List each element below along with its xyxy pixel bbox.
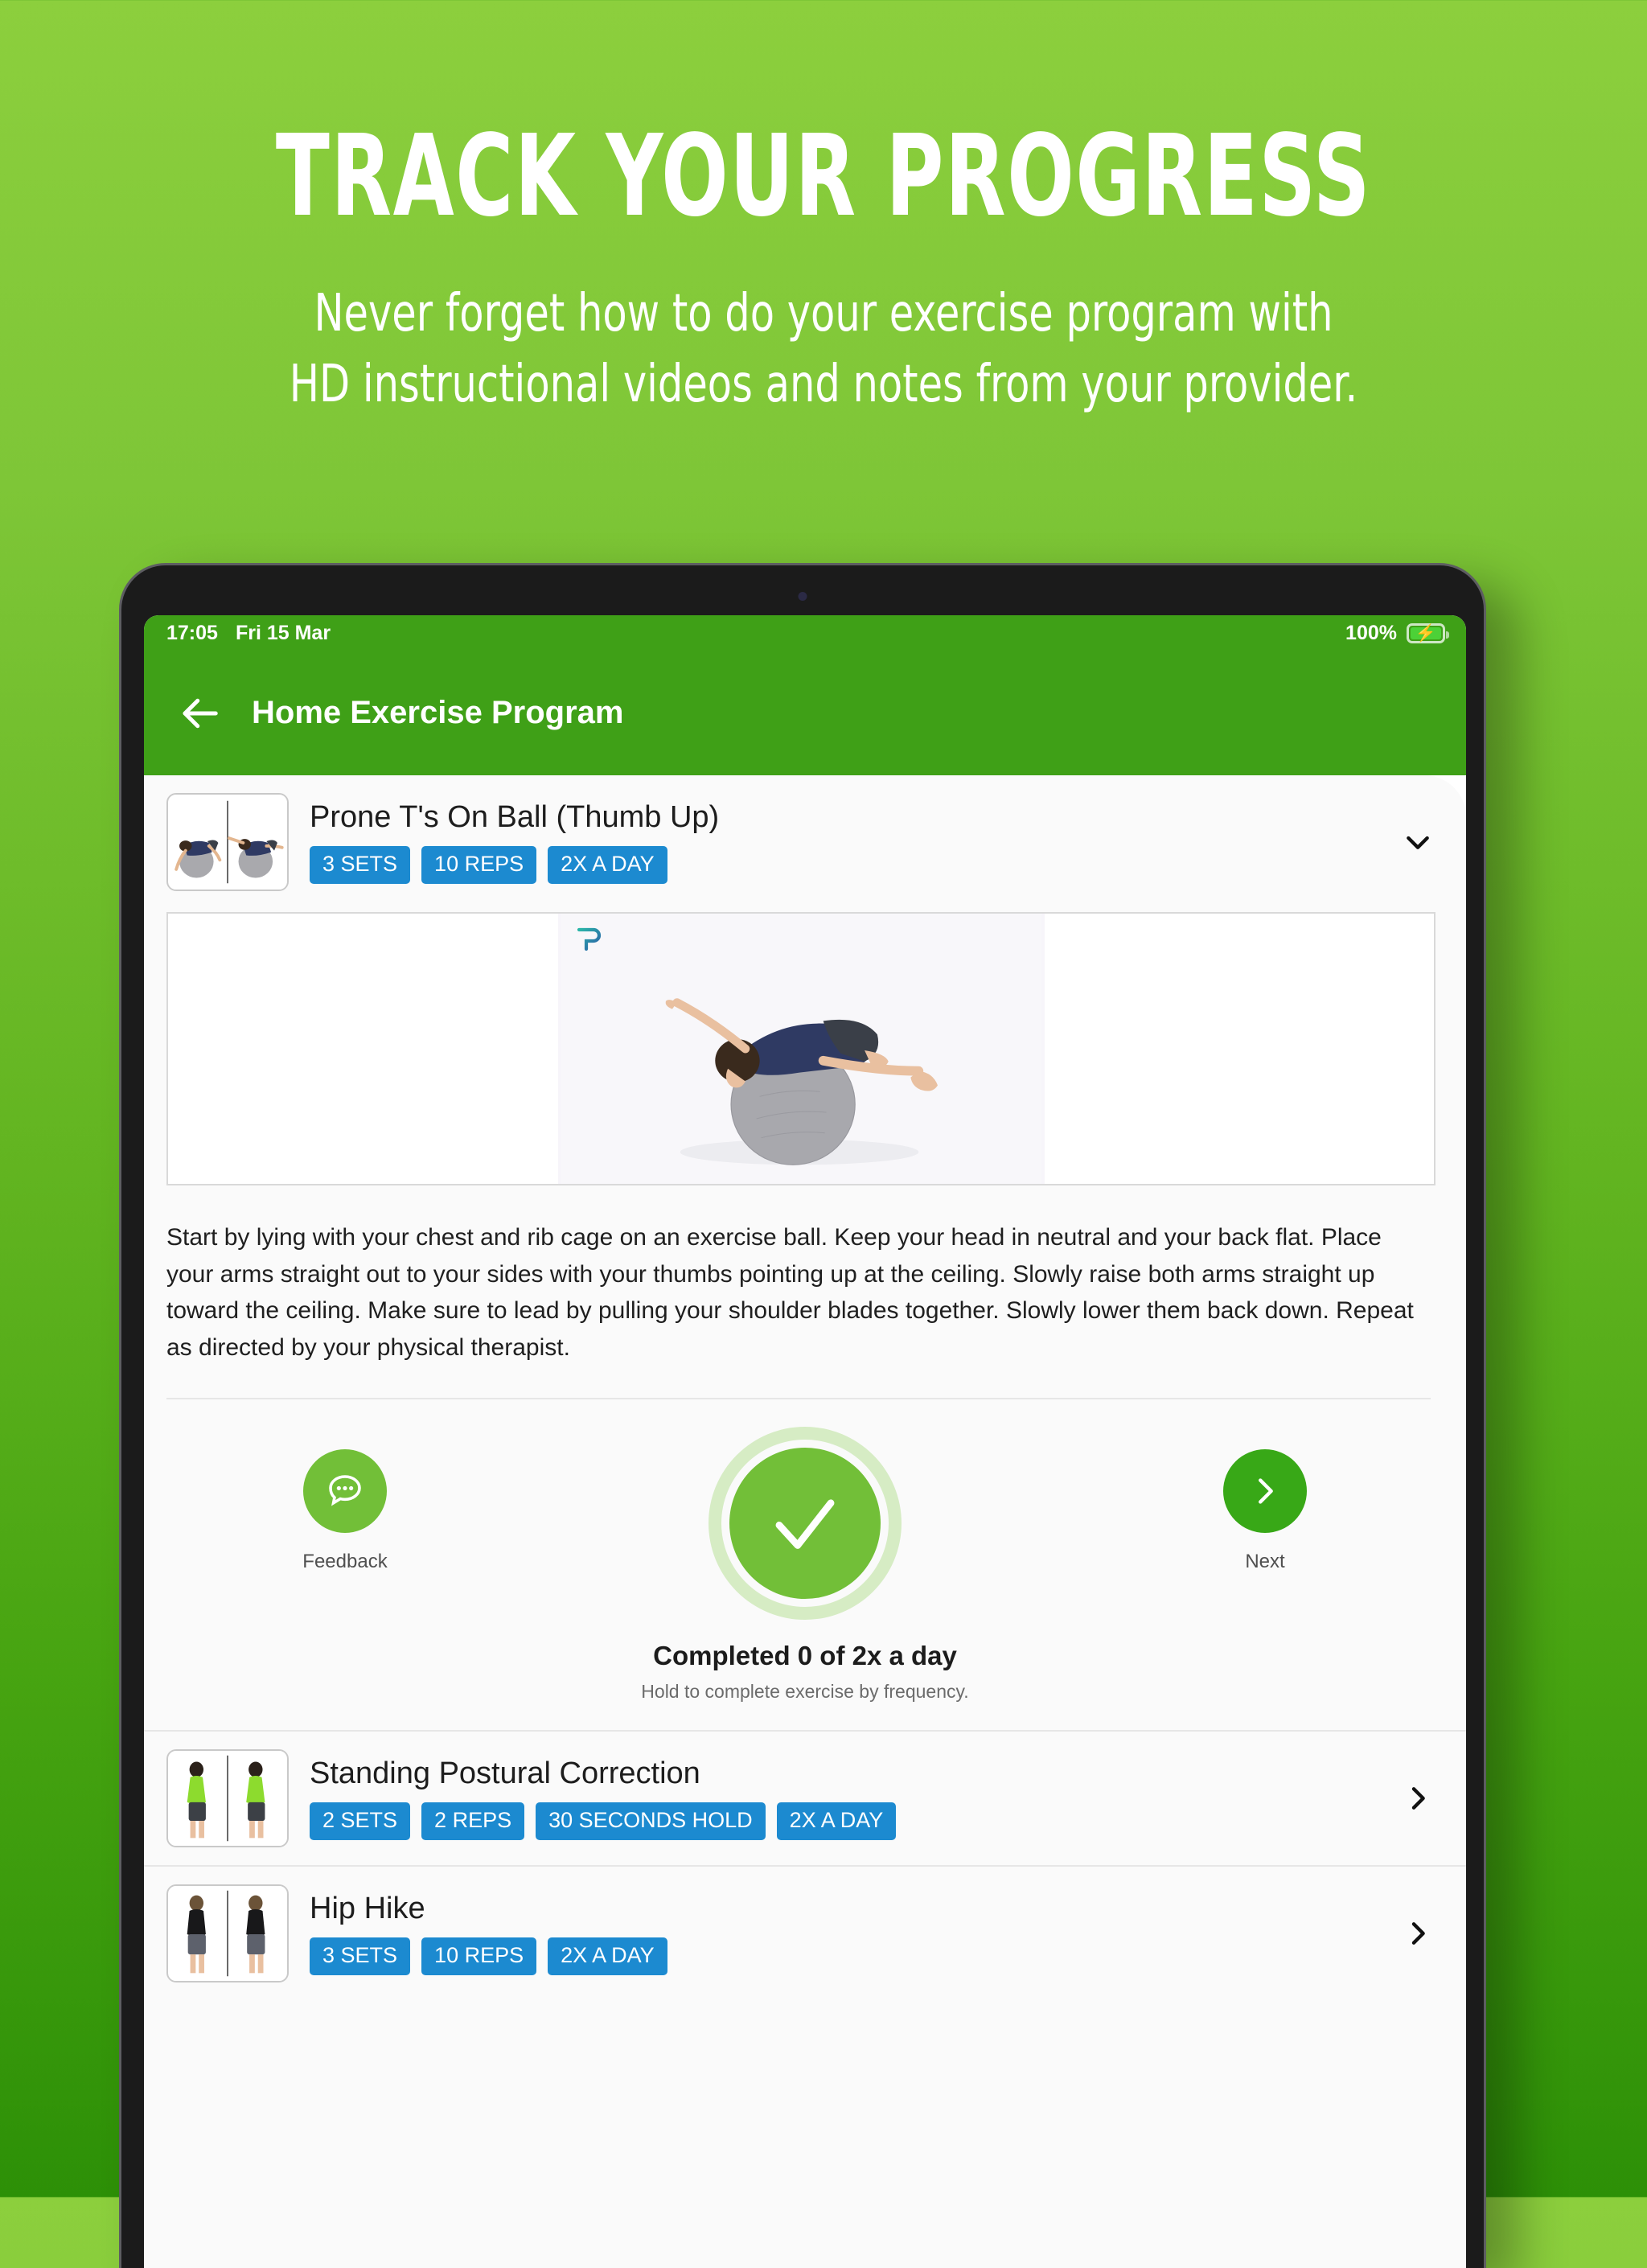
video-frame-prone-t-on-ball <box>557 914 1045 1184</box>
active-exercise-meta: Prone T's On Ball (Thumb Up) 3 SETS 10 R… <box>310 800 1379 884</box>
badge-hold: 30 SECONDS HOLD <box>536 1802 766 1841</box>
list-item[interactable]: Standing Postural Correction 2 SETS 2 RE… <box>144 1732 1466 1866</box>
chevron-right-icon[interactable] <box>1400 1782 1435 1814</box>
next-label: Next <box>1245 1551 1285 1573</box>
exercise-badges: 2 SETS 2 REPS 30 SECONDS HOLD 2X A DAY <box>310 1802 1379 1841</box>
app-bar-title: Home Exercise Program <box>252 695 624 730</box>
front-camera-icon <box>798 592 807 601</box>
exercise-badges: 3 SETS 10 REPS 2X A DAY <box>310 1937 1379 1976</box>
feedback-button[interactable]: Feedback <box>265 1449 425 1573</box>
volume-down-button[interactable] <box>1484 1112 1486 1175</box>
exercise-actions: Feedback Next <box>144 1399 1466 1621</box>
chevron-down-icon[interactable] <box>1400 826 1435 858</box>
list-item[interactable]: Hip Hike 3 SETS 10 REPS 2X A DAY <box>144 1867 1466 2001</box>
promo-section: TRACK YOUR PROGRESS Never forget how to … <box>0 0 1647 421</box>
exercise-thumbnail-prone-t <box>166 793 289 891</box>
chevron-right-icon[interactable] <box>1400 1917 1435 1950</box>
chevron-right-icon <box>1223 1449 1307 1534</box>
badge-frequency: 2X A DAY <box>548 846 667 884</box>
badge-sets: 3 SETS <box>310 846 411 884</box>
promo-subtitle: Never forget how to do your exercise pro… <box>289 284 1358 415</box>
exercise-title: Prone T's On Ball (Thumb Up) <box>310 800 720 834</box>
status-bar: 17:05 Fri 15 Mar 100% ⚡ <box>144 615 1466 651</box>
next-button[interactable]: Next <box>1185 1449 1345 1573</box>
tablet-screen: 17:05 Fri 15 Mar 100% ⚡ Home Exercise Pr… <box>144 615 1466 2268</box>
exercise-badges: 3 SETS 10 REPS 2X A DAY <box>310 846 1379 884</box>
battery-percent-label: 100% <box>1345 621 1397 644</box>
badge-reps: 2 REPS <box>421 1802 525 1841</box>
badge-reps: 10 REPS <box>421 846 537 884</box>
status-bar-date: Fri 15 Mar <box>235 621 331 644</box>
badge-reps: 10 REPS <box>421 1937 537 1976</box>
provider-logo-icon <box>573 922 606 955</box>
exercise-title: Standing Postural Correction <box>310 1756 700 1791</box>
page-title: TRACK YOUR PROGRESS <box>275 111 1372 242</box>
badge-frequency: 2X A DAY <box>548 1937 667 1976</box>
check-icon <box>729 1448 881 1600</box>
completion-status: Completed 0 of 2x a day Hold to complete… <box>144 1641 1466 1703</box>
badge-sets: 3 SETS <box>310 1937 411 1976</box>
completion-title: Completed 0 of 2x a day <box>653 1641 957 1671</box>
tablet-device-frame: 17:05 Fri 15 Mar 100% ⚡ Home Exercise Pr… <box>119 563 1486 2268</box>
completion-hint: Hold to complete exercise by frequency. <box>641 1681 969 1703</box>
status-bar-time: 17:05 <box>166 621 218 644</box>
chat-bubble-icon <box>303 1449 387 1534</box>
exercise-description: Start by lying with your chest and rib c… <box>166 1224 1414 1361</box>
exercise-thumbnail-standing-postural <box>166 1749 289 1848</box>
badge-frequency: 2X A DAY <box>776 1802 897 1841</box>
app-bar: Home Exercise Program <box>144 651 1466 775</box>
badge-sets: 2 SETS <box>310 1802 411 1841</box>
exercise-thumbnail-hip-hike <box>166 1884 289 1983</box>
feedback-label: Feedback <box>302 1551 388 1573</box>
complete-exercise-button[interactable] <box>708 1427 902 1621</box>
content-sheet: Prone T's On Ball (Thumb Up) 3 SETS 10 R… <box>144 775 1466 2268</box>
volume-up-button[interactable] <box>1484 1020 1486 1083</box>
exercise-video-player[interactable] <box>166 912 1435 1185</box>
active-exercise-header[interactable]: Prone T's On Ball (Thumb Up) 3 SETS 10 R… <box>144 775 1466 909</box>
arrow-left-icon[interactable] <box>178 692 221 735</box>
exercise-title: Hip Hike <box>310 1892 425 1926</box>
battery-charging-icon: ⚡ <box>1407 622 1449 643</box>
